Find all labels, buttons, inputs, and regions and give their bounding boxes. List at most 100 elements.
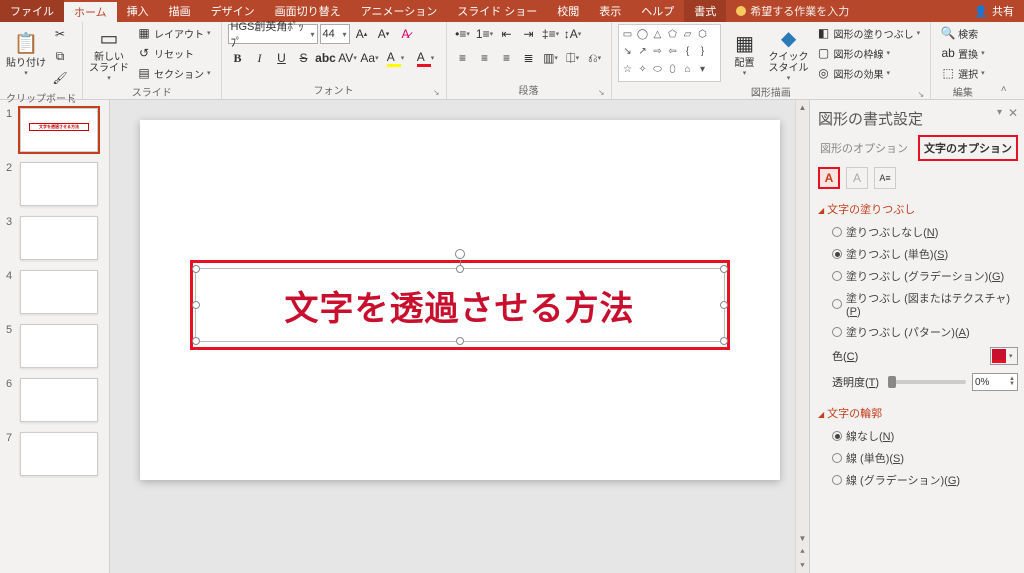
- section-text-fill[interactable]: 文字の塗りつぶし: [818, 197, 1024, 221]
- shape-fill-button[interactable]: ◧図形の塗りつぶし▾: [813, 24, 925, 42]
- textbox-tab[interactable]: A≡: [874, 167, 896, 189]
- font-launcher[interactable]: ↘: [433, 88, 440, 97]
- strike-button[interactable]: S: [294, 48, 314, 68]
- transparency-input[interactable]: 0%▲▼: [972, 373, 1018, 391]
- text-direction-button[interactable]: ↕A▾: [563, 24, 583, 44]
- reset-button[interactable]: ↺リセット: [133, 44, 215, 62]
- fill-gradient-radio[interactable]: 塗りつぶし (グラデーション)(G): [818, 265, 1024, 287]
- text-fill-outline-tab[interactable]: A: [818, 167, 840, 189]
- grow-font-button[interactable]: A▴: [352, 24, 372, 44]
- paste-button[interactable]: 📋 貼り付け ▾: [6, 24, 46, 82]
- prev-slide-button[interactable]: ⯅: [796, 545, 809, 559]
- italic-button[interactable]: I: [250, 48, 270, 68]
- section-button[interactable]: ▤セクション▾: [133, 64, 215, 82]
- section-text-outline[interactable]: 文字の輪郭: [818, 401, 1024, 425]
- handle-bl[interactable]: [192, 337, 200, 345]
- bold-button[interactable]: B: [228, 48, 248, 68]
- tab-view[interactable]: 表示: [589, 0, 631, 22]
- line-solid-radio[interactable]: 線 (単色)(S): [818, 447, 1024, 469]
- align-left-button[interactable]: ≡: [453, 48, 473, 68]
- line-none-radio[interactable]: 線なし(N): [818, 425, 1024, 447]
- pane-close-button[interactable]: ✕: [1008, 106, 1018, 120]
- change-case-button[interactable]: Aa▾: [360, 48, 380, 68]
- bullets-button[interactable]: •≡▾: [453, 24, 473, 44]
- shape-outline-button[interactable]: ▢図形の枠線▾: [813, 44, 925, 62]
- tab-format[interactable]: 書式: [684, 0, 726, 22]
- collapse-ribbon-button[interactable]: ˄: [1001, 84, 1007, 95]
- slide-editor[interactable]: 文字を透過させる方法 ▲ ▼ ⯅ ⯆: [110, 100, 809, 573]
- tab-review[interactable]: 校閲: [547, 0, 589, 22]
- char-spacing-button[interactable]: AV▾: [338, 48, 358, 68]
- indent-button[interactable]: ⇥: [519, 24, 539, 44]
- font-size-combo[interactable]: 44▾: [320, 24, 350, 44]
- thumb-6[interactable]: 6: [0, 376, 109, 430]
- cut-button[interactable]: ✂: [50, 24, 70, 44]
- handle-tc[interactable]: [456, 265, 464, 273]
- align-text-button[interactable]: ⎅▾: [563, 48, 583, 68]
- shadow-button[interactable]: abc: [316, 48, 336, 68]
- select-button[interactable]: ⬚選択▾: [937, 64, 989, 82]
- underline-button[interactable]: U: [272, 48, 292, 68]
- editor-scrollbar[interactable]: ▲ ▼ ⯅ ⯆: [795, 100, 809, 573]
- scroll-down-button[interactable]: ▼: [796, 531, 809, 545]
- arrange-button[interactable]: ▦ 配置▾: [725, 24, 765, 82]
- new-slide-button[interactable]: ▭ 新しい スライド ▾: [89, 24, 129, 82]
- thumb-2[interactable]: 2: [0, 160, 109, 214]
- outdent-button[interactable]: ⇤: [497, 24, 517, 44]
- thumb-5[interactable]: 5: [0, 322, 109, 376]
- drawing-launcher[interactable]: ↘: [917, 90, 924, 99]
- find-button[interactable]: 🔍検索: [937, 24, 989, 42]
- pane-menu-button[interactable]: ▾: [997, 107, 1002, 118]
- fill-none-radio[interactable]: 塗りつぶしなし(N): [818, 221, 1024, 243]
- clear-format-button[interactable]: A̷: [396, 24, 416, 44]
- text-effects-tab[interactable]: A: [846, 167, 868, 189]
- tab-help[interactable]: ヘルプ: [631, 0, 684, 22]
- line-gradient-radio[interactable]: 線 (グラデーション)(G): [818, 469, 1024, 491]
- thumb-4[interactable]: 4: [0, 268, 109, 322]
- tab-draw[interactable]: 描画: [159, 0, 201, 22]
- tab-insert[interactable]: 挿入: [117, 0, 159, 22]
- thumb-7[interactable]: 7: [0, 430, 109, 484]
- font-name-combo[interactable]: HGS創英角ﾎﾟｯﾌﾟ▾: [228, 24, 318, 44]
- paragraph-launcher[interactable]: ↘: [598, 88, 605, 97]
- pane-tab-shape-options[interactable]: 図形のオプション: [818, 138, 910, 158]
- handle-br[interactable]: [720, 337, 728, 345]
- text-color-picker[interactable]: ▾: [990, 347, 1018, 365]
- handle-bc[interactable]: [456, 337, 464, 345]
- tab-slideshow[interactable]: スライド ショー: [447, 0, 547, 22]
- font-color-button[interactable]: A▾: [412, 48, 440, 68]
- quick-styles-button[interactable]: ◆ クイック スタイル▾: [769, 24, 809, 82]
- numbering-button[interactable]: 1≡▾: [475, 24, 495, 44]
- handle-mr[interactable]: [720, 301, 728, 309]
- shape-effects-button[interactable]: ◎図形の効果▾: [813, 64, 925, 82]
- tab-file[interactable]: ファイル: [0, 0, 64, 22]
- handle-ml[interactable]: [192, 301, 200, 309]
- handle-tr[interactable]: [720, 265, 728, 273]
- handle-tl[interactable]: [192, 265, 200, 273]
- justify-button[interactable]: ≣: [519, 48, 539, 68]
- highlight-button[interactable]: A▾: [382, 48, 410, 68]
- align-center-button[interactable]: ≡: [475, 48, 495, 68]
- textbox-text[interactable]: 文字を透過させる方法: [285, 281, 635, 330]
- tab-home[interactable]: ホーム: [64, 0, 117, 22]
- copy-button[interactable]: ⧉: [50, 46, 70, 66]
- slide-canvas[interactable]: 文字を透過させる方法: [140, 120, 780, 480]
- textbox-shape[interactable]: 文字を透過させる方法: [195, 268, 725, 342]
- layout-button[interactable]: ▦レイアウト▾: [133, 24, 215, 42]
- transparency-slider[interactable]: [888, 380, 966, 384]
- fill-solid-radio[interactable]: 塗りつぶし (単色)(S): [818, 243, 1024, 265]
- slide-thumbnails[interactable]: 1文字を透過させる方法 2 3 4 5 6 7: [0, 100, 110, 573]
- line-spacing-button[interactable]: ‡≡▾: [541, 24, 561, 44]
- format-painter-button[interactable]: 🖌: [50, 68, 70, 88]
- share-button[interactable]: 👤 共有: [964, 3, 1024, 19]
- scroll-up-button[interactable]: ▲: [796, 100, 809, 114]
- fill-picture-radio[interactable]: 塗りつぶし (図またはテクスチャ)(P): [818, 287, 1024, 321]
- thumb-1[interactable]: 1文字を透過させる方法: [0, 106, 109, 160]
- shrink-font-button[interactable]: A▾: [374, 24, 394, 44]
- shapes-gallery[interactable]: ▭◯△⬠▱⬡ ↘↗⇨⇦{} ☆✧⬭⬯⌂▾: [618, 24, 721, 82]
- pane-tab-text-options[interactable]: 文字のオプション: [918, 135, 1018, 161]
- tell-me[interactable]: 希望する作業を入力: [736, 3, 849, 19]
- rotate-handle[interactable]: [455, 249, 465, 259]
- clipboard-launcher[interactable]: ↘: [69, 96, 76, 105]
- thumb-3[interactable]: 3: [0, 214, 109, 268]
